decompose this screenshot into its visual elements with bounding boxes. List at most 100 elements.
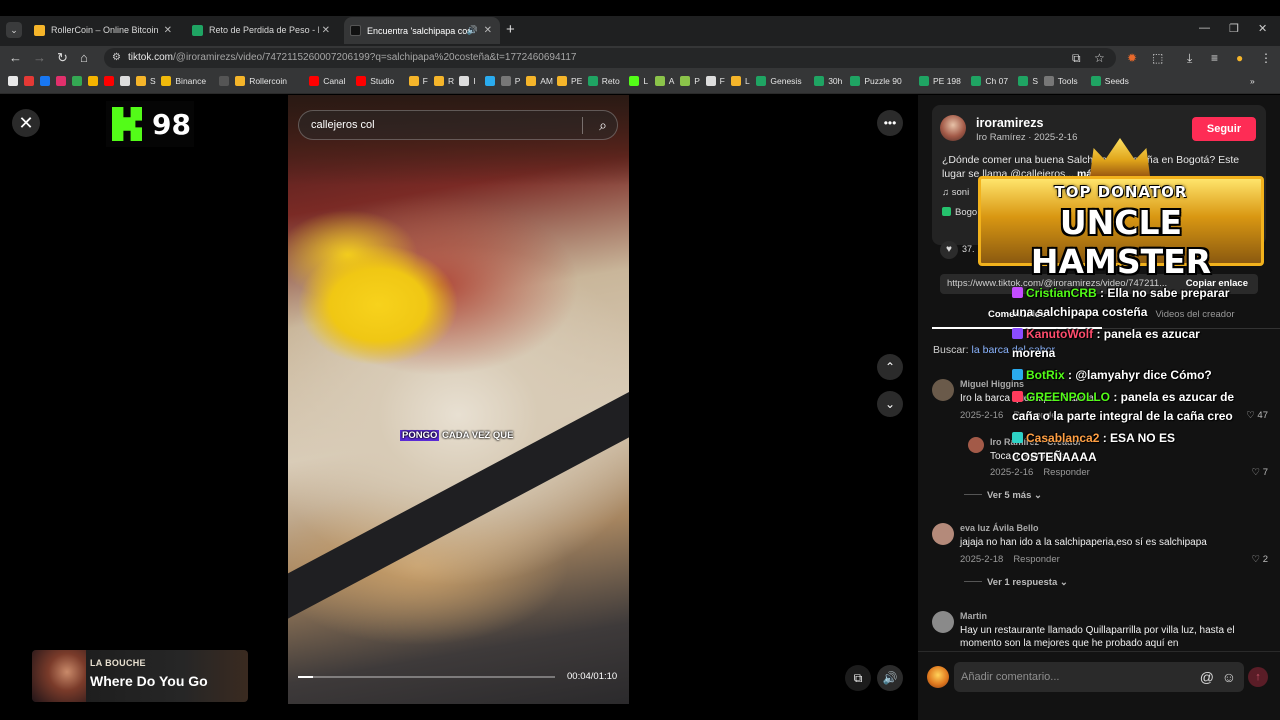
tab-close-icon[interactable]: ✕ [164,25,172,36]
bookmark-item[interactable] [56,76,70,86]
bookmark-item[interactable]: Binance [161,76,206,86]
bookmark-item[interactable]: Seeds [1090,76,1129,86]
bookmark-item[interactable]: F [408,76,428,86]
new-tab-button[interactable]: + [506,21,515,38]
my-avatar[interactable] [927,666,949,688]
view-more-replies[interactable]: Ver 5 más ⌄ [964,490,1042,501]
bookmark-item[interactable] [72,76,86,86]
bookmark-item[interactable]: Genesis [756,76,802,86]
bookmark-item[interactable]: Rollercoin [235,76,287,86]
bookmark-item[interactable] [8,76,22,86]
heart-icon[interactable]: ♥ [940,241,958,259]
previous-video-button[interactable]: ⌃ [877,354,903,380]
minimize-button[interactable]: — [1199,22,1210,34]
comment-like[interactable]: ♡ 7 [1252,467,1268,478]
bookmark-item[interactable]: AM [526,76,553,86]
rollercoin-favicon-icon [34,24,45,36]
site-info-icon[interactable]: ⚙ [112,48,121,68]
commenter-avatar[interactable] [932,523,954,545]
commenter-avatar[interactable] [968,437,984,453]
extensions-icon[interactable]: ⬚ [1152,51,1163,65]
commenter-name[interactable]: Martin [960,611,987,621]
bookmark-item[interactable]: S [136,76,156,86]
bookmark-favicon-icon [24,76,34,86]
volume-button[interactable]: 🔊 [877,665,903,691]
commenter-avatar[interactable] [932,379,954,401]
bookmark-star-icon[interactable]: ☆ [1094,51,1105,65]
chat-text: : @lamyahyr dice Cómo? [1064,368,1212,382]
comment-like[interactable]: ♡ 47 [1246,410,1268,421]
commenter-avatar[interactable] [932,611,954,633]
bookmark-favicon-icon [459,76,470,86]
bookmark-item[interactable]: P [500,76,520,86]
tab-close-icon[interactable]: ✕ [322,25,330,36]
reply-button[interactable]: Responder [1013,554,1059,565]
bookmark-item[interactable] [40,76,54,86]
bookmark-item[interactable]: L [731,76,750,86]
bookmark-item[interactable]: Tools [1043,76,1078,86]
emoji-icon[interactable]: ☺ [1222,662,1236,692]
bookmark-item[interactable]: 30h [814,76,842,86]
tab-tiktok[interactable]: Encuentra 'salchipapa coste 🔊 ✕ [344,17,500,44]
bookmark-item[interactable]: S [1018,76,1038,86]
video-progress-bar[interactable] [298,676,555,678]
pip-button[interactable]: ⧉ [845,665,871,691]
comment-input[interactable]: Añadir comentario... @ ☺ [954,662,1244,692]
more-options-button[interactable]: ••• [877,110,903,136]
bookmark-item[interactable] [219,76,233,86]
reload-icon[interactable]: ↻ [57,50,68,66]
forward-icon[interactable]: → [33,50,46,65]
bookmark-item[interactable]: R [434,76,454,86]
bookmark-label: L [745,76,750,86]
restore-button[interactable]: ❐ [1229,22,1239,35]
bookmark-item[interactable]: Canal [309,76,345,86]
bookmark-item[interactable] [104,76,118,86]
extension-fox-icon[interactable]: ✹ [1127,51,1137,65]
view-replies[interactable]: Ver 1 respuesta ⌄ [964,577,1068,588]
bookmark-item[interactable]: Reto [587,76,620,86]
bookmark-item[interactable]: L [629,76,648,86]
install-icon[interactable]: ⧉ [1072,51,1081,66]
next-video-button[interactable]: ⌄ [877,391,903,417]
bookmarks-overflow-icon[interactable]: » [1250,76,1255,86]
video-player[interactable] [288,95,629,704]
tab-audio-icon[interactable]: 🔊 [467,25,478,36]
tab-reto[interactable]: Reto de Perdida de Peso - El M ✕ [186,19,338,41]
bookmark-item[interactable]: PE 198 [919,76,961,86]
commenter-name[interactable]: eva luz Ávila Bello [960,523,1039,533]
bookmark-item[interactable]: PE [557,76,582,86]
search-icon[interactable]: ⌕ [599,111,607,139]
tab-rollercoin[interactable]: RollerCoin – Online Bitcoin Mini ✕ [28,19,180,41]
bookmark-item[interactable] [24,76,38,86]
tab-close-icon[interactable]: ✕ [484,25,492,36]
search-input[interactable]: callejeros col ⌕ [298,110,618,140]
close-video-button[interactable]: ✕ [12,109,40,137]
author-name[interactable]: iroramirezs [976,116,1043,130]
tab-search-button[interactable]: ⌄ [6,22,22,38]
bookmark-item[interactable] [484,76,499,86]
url-input[interactable]: ⚙ tiktok.com/@iroramirezs/video/74721152… [104,48,1116,68]
bookmark-item[interactable]: Studio [356,76,394,86]
bookmark-item[interactable]: F [705,76,725,86]
comment-like[interactable]: ♡ 2 [1252,554,1268,565]
back-icon[interactable]: ← [9,50,22,65]
bookmark-item[interactable]: A [654,76,674,86]
bookmark-item[interactable]: Puzzle 90 [850,76,902,86]
media-control-icon[interactable]: ≡ [1211,51,1218,65]
menu-icon[interactable]: ⋮ [1260,51,1272,65]
profile-icon[interactable]: ● [1236,51,1243,65]
bookmark-item[interactable]: I [459,76,476,86]
like-row[interactable]: ♥ 37. [940,241,975,259]
author-avatar[interactable] [940,115,966,141]
mention-icon[interactable]: @ [1200,662,1214,692]
bookmark-item[interactable] [88,76,102,86]
download-icon[interactable]: ⤓ [1187,51,1192,66]
bookmark-item[interactable]: Ch 07 [971,76,1008,86]
home-icon[interactable]: ⌂ [80,50,88,65]
music-row[interactable]: ♫ soni [942,187,969,198]
bookmark-item[interactable] [120,76,134,86]
close-window-button[interactable]: ✕ [1258,22,1267,35]
location-row[interactable]: Bogo [942,207,977,218]
bookmark-item[interactable]: P [680,76,700,86]
send-comment-button[interactable]: ↑ [1248,667,1268,687]
